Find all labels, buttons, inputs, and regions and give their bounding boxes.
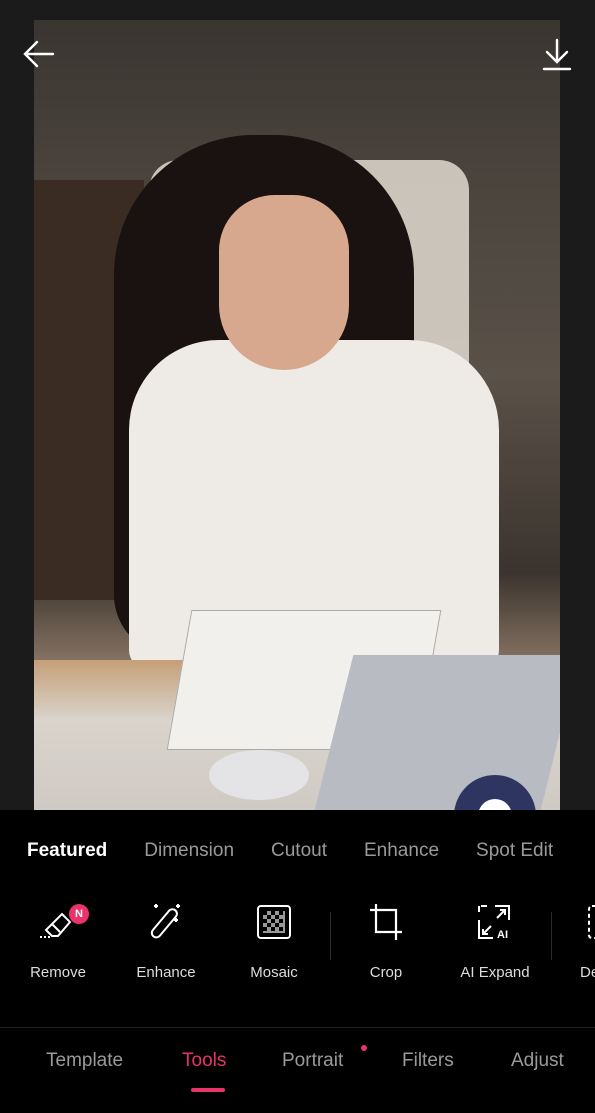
- back-button[interactable]: [22, 38, 56, 72]
- nav-filters[interactable]: Filters: [402, 1050, 454, 1072]
- tab-cutout[interactable]: Cutout: [271, 840, 327, 862]
- active-tab-indicator: [191, 1088, 225, 1092]
- ai-expand-icon: AI: [478, 905, 510, 941]
- tab-dimension[interactable]: Dimension: [144, 840, 234, 862]
- tool-label: Remove: [30, 964, 86, 981]
- tool-crop[interactable]: Crop: [331, 900, 441, 981]
- tool-remove[interactable]: N Remove: [3, 900, 113, 981]
- nav-template[interactable]: Template: [46, 1050, 123, 1072]
- download-icon: [542, 38, 572, 71]
- photo-mouse: [209, 750, 309, 800]
- arrow-left-icon: [23, 40, 55, 68]
- tab-spot-edit[interactable]: Spot Edit: [476, 840, 553, 862]
- tool-ai-expand[interactable]: AI AI Expand: [440, 900, 550, 981]
- tool-enhance[interactable]: Enhance: [111, 900, 221, 981]
- divider: [0, 1027, 595, 1028]
- tool-partial[interactable]: De: [553, 900, 595, 981]
- tool-label: Enhance: [136, 964, 196, 981]
- nav-adjust[interactable]: Adjust: [511, 1050, 564, 1072]
- nav-portrait[interactable]: Portrait: [282, 1050, 343, 1072]
- new-badge: N: [69, 904, 89, 924]
- divider: [551, 912, 552, 960]
- tool-label: Crop: [369, 964, 403, 981]
- edited-photo[interactable]: [34, 20, 560, 810]
- tab-enhance[interactable]: Enhance: [364, 840, 439, 862]
- tool-label: AI Expand: [460, 964, 530, 981]
- tool-row: N Remove Enhance Mosaic Crop AI AI Expan…: [0, 900, 595, 990]
- crop-icon: [370, 904, 402, 940]
- magic-wand-icon: [150, 904, 180, 939]
- photo-face: [219, 195, 349, 370]
- nav-tools[interactable]: Tools: [182, 1050, 226, 1072]
- download-button[interactable]: [540, 38, 574, 72]
- tool-label: Mosaic: [250, 964, 298, 981]
- svg-text:AI: AI: [497, 929, 508, 941]
- mosaic-icon: [257, 905, 291, 939]
- notification-dot: [361, 1045, 367, 1051]
- tool-label: De: [580, 964, 595, 981]
- partial-icon: [588, 905, 595, 939]
- tool-mosaic[interactable]: Mosaic: [219, 900, 329, 981]
- canvas-area: [0, 0, 595, 810]
- category-tabs: Featured Dimension Cutout Enhance Spot E…: [27, 840, 590, 862]
- tab-featured[interactable]: Featured: [27, 840, 107, 862]
